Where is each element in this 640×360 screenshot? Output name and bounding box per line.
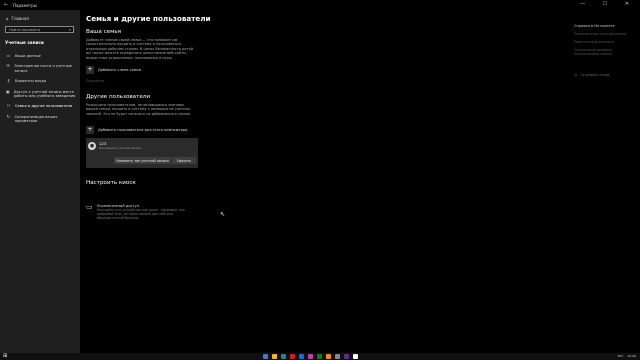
add-other-user-button[interactable]: + Добавить пользователя для этого компью… (86, 126, 187, 134)
briefcase-icon: ▣ (6, 88, 10, 94)
sidebar-item-sync[interactable]: ↻ Синхронизация ваших параметров (0, 113, 80, 124)
taskbar-app-icon[interactable] (353, 354, 358, 359)
sidebar-item-label: Ваши данные (15, 54, 41, 58)
taskbar-app-icon[interactable] (344, 354, 349, 359)
change-account-type-button[interactable]: Изменить тип учетной записи (114, 157, 171, 164)
help-heading: Справка в Интернете (574, 24, 615, 28)
language-indicator[interactable]: РУС (618, 354, 624, 358)
taskbar-app-icon[interactable] (335, 354, 340, 359)
person-card-icon: ▭ (6, 53, 11, 58)
help-link-parental-control[interactable]: Родительский контроль (574, 40, 634, 44)
sidebar-item-email[interactable]: ✉ Электронная почта и учетные записи (0, 63, 80, 73)
taskbar-app-icon[interactable] (317, 354, 322, 359)
add-other-user-label: Добавить пользователя для этого компьюте… (98, 128, 188, 132)
feedback-label: Отправить отзыв (580, 73, 610, 77)
sidebar-nav: ▭ Ваши данные ✉ Электронная почта и учет… (0, 53, 80, 130)
sidebar-item-label: Варианты входа (15, 79, 47, 84)
page-title: Семья и другие пользователи (86, 14, 211, 23)
avatar-icon: ● (88, 142, 96, 150)
kiosk-text: Ограниченный доступ Настройте это устрой… (97, 204, 192, 220)
taskbar-app-icon[interactable] (308, 354, 313, 359)
window-controls[interactable]: — ☐ ✕ (580, 1, 637, 7)
sidebar-section-label: Учетные записи (5, 40, 44, 45)
sidebar-item-label: Электронная почта и учетные записи (14, 64, 72, 73)
kiosk-assigned-access[interactable]: ▭ Ограниченный доступ Настройте это устр… (86, 203, 192, 221)
taskbar-app-icon[interactable] (299, 354, 304, 359)
add-family-member-button[interactable]: + Добавить члена семьи (86, 66, 141, 74)
taskbar-app-icon[interactable] (290, 354, 295, 359)
sidebar-item-family[interactable]: ⚇ Семья и другие пользователи (0, 103, 80, 109)
system-tray[interactable]: РУС 10:06 (618, 354, 636, 358)
help-link-switch-account[interactable]: Переключение учетной записи (574, 32, 634, 36)
feedback-icon: ☺ (574, 73, 578, 77)
send-feedback-link[interactable]: ☺ Отправить отзыв (574, 73, 609, 77)
local-account-card[interactable]: ● 123 Локальная учетная запись Изменить … (86, 138, 198, 168)
add-family-member-label: Добавить члена семьи (98, 68, 141, 72)
remove-account-button[interactable]: Удалить (172, 157, 196, 164)
search-icon[interactable]: ⌕ (69, 27, 71, 32)
title-bar: ← Параметры — ☐ ✕ (0, 0, 640, 10)
mail-icon: ✉ (6, 63, 10, 69)
mouse-cursor-icon: ↖ (220, 211, 226, 218)
taskbar-app-icon[interactable] (272, 354, 277, 359)
search-field[interactable]: Найти параметр ⌕ (5, 26, 74, 33)
right-help-panel: Справка в Интернете Переключение учетной… (574, 24, 634, 77)
monitor-icon: ▭ (86, 203, 93, 211)
help-link-screen-time[interactable]: Ограничение времени использования экрана (574, 48, 634, 56)
people-icon: ⚇ (6, 103, 11, 109)
clock[interactable]: 10:06 (627, 354, 636, 358)
sync-icon: ↻ (6, 113, 10, 119)
other-users-description: Разрешите пользователям, не являющимся ч… (86, 103, 191, 116)
plus-icon: + (86, 66, 94, 74)
back-arrow-icon[interactable]: ← (4, 2, 8, 8)
family-description: Добавьте членов своей семьи — это позвол… (86, 38, 194, 60)
start-windows-icon[interactable]: ⊞ (3, 353, 7, 359)
sidebar: ⌂ Главная Найти параметр ⌕ Учетные запис… (0, 10, 80, 354)
sidebar-item-sign-in[interactable]: ⚷ Варианты входа (0, 78, 80, 84)
sidebar-item-work-access[interactable]: ▣ Доступ к учетной записи места работы и… (0, 88, 80, 99)
plus-icon: + (86, 126, 94, 134)
other-users-heading: Другие пользователи (86, 94, 151, 100)
taskbar-apps (263, 354, 358, 359)
taskbar-app-icon[interactable] (263, 354, 268, 359)
family-learn-more-link[interactable]: Подробнее (86, 79, 105, 83)
sidebar-item-label: Синхронизация ваших параметров (14, 114, 58, 124)
taskbar-app-icon[interactable] (326, 354, 331, 359)
taskbar-app-icon[interactable] (281, 354, 286, 359)
account-type: Локальная учетная запись (99, 146, 142, 150)
key-icon: ⚷ (7, 78, 10, 84)
taskbar: ⊞ РУС 10:06 (0, 353, 640, 360)
home-label: Главная (11, 16, 29, 21)
window-title: Параметры (13, 3, 37, 8)
kiosk-description: Настройте это устройство как киоск, напр… (96, 208, 185, 220)
search-placeholder: Найти параметр (9, 28, 41, 32)
sidebar-item-label: Семья и другие пользователи (15, 104, 73, 109)
kiosk-heading: Настроить киоск (86, 180, 136, 186)
sidebar-home[interactable]: ⌂ Главная (6, 16, 29, 21)
sidebar-item-label: Доступ к учетной записи места работы или… (13, 89, 76, 99)
home-icon: ⌂ (6, 16, 9, 21)
sidebar-item-your-info[interactable]: ▭ Ваши данные (0, 53, 80, 58)
family-heading: Ваша семья (86, 29, 121, 35)
